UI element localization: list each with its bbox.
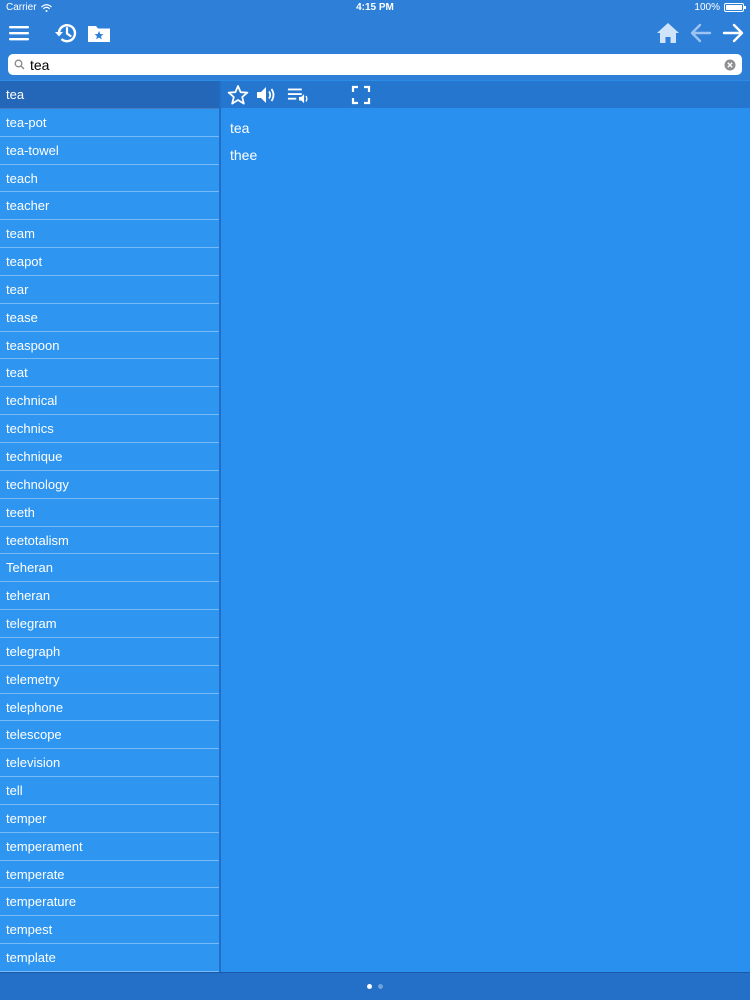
word-list-item[interactable]: template: [0, 944, 219, 972]
favorites-folder-icon[interactable]: [84, 18, 114, 48]
word-list-item[interactable]: teeth: [0, 499, 219, 527]
hamburger-menu-icon[interactable]: [4, 18, 34, 48]
battery-indicator: 100%: [694, 2, 746, 13]
word-list-item[interactable]: teheran: [0, 582, 219, 611]
word-list-item[interactable]: teach: [0, 165, 219, 193]
top-bar: Carrier 4:15 PM 100%: [0, 0, 750, 80]
playlist-audio-icon[interactable]: [287, 83, 311, 107]
history-icon[interactable]: [51, 18, 81, 48]
translation-panel: tea thee: [221, 108, 750, 972]
word-list-item[interactable]: tear: [0, 276, 219, 304]
word-list-item[interactable]: telegraph: [0, 638, 219, 666]
fullscreen-icon[interactable]: [349, 83, 373, 107]
word-list-item[interactable]: temperament: [0, 833, 219, 861]
arrow-left-icon[interactable]: [686, 18, 716, 48]
status-time: 4:15 PM: [356, 2, 394, 13]
word-list-item[interactable]: teetotalism: [0, 527, 219, 555]
bottom-bar: [0, 972, 750, 1000]
word-list-item[interactable]: teaspoon: [0, 332, 219, 360]
search-bar[interactable]: [8, 54, 742, 75]
word-list-item[interactable]: technical: [0, 387, 219, 416]
word-list-item[interactable]: tea-pot: [0, 109, 219, 137]
word-list-item[interactable]: tell: [0, 777, 219, 805]
word-list-item[interactable]: temperature: [0, 888, 219, 917]
word-list-item[interactable]: teat: [0, 359, 219, 388]
word-list-item[interactable]: telephone: [0, 694, 219, 722]
search-icon: [10, 56, 28, 74]
word-list-item[interactable]: temperate: [0, 861, 219, 889]
word-list-item[interactable]: tea-towel: [0, 137, 219, 165]
search-input[interactable]: [28, 55, 721, 74]
word-list: tea tea-pot tea-towel teach teacher team teapo…: [0, 81, 219, 972]
translation-text: thee: [230, 147, 258, 163]
page-dot[interactable]: [367, 984, 372, 989]
word-list-item[interactable]: telemetry: [0, 666, 219, 694]
speaker-icon[interactable]: [255, 83, 279, 107]
word-list-item[interactable]: tempest: [0, 916, 219, 945]
clear-search-icon[interactable]: [721, 56, 739, 74]
arrow-right-icon[interactable]: [718, 18, 748, 48]
status-bar: Carrier 4:15 PM 100%: [0, 0, 750, 16]
headword: tea: [230, 120, 250, 136]
word-list-item[interactable]: teapot: [0, 248, 219, 276]
word-list-item[interactable]: Teheran: [0, 554, 219, 583]
word-list-item[interactable]: technique: [0, 443, 219, 471]
word-list-item[interactable]: technics: [0, 415, 219, 443]
detail-toolbar: [221, 81, 750, 108]
home-icon[interactable]: [653, 18, 683, 48]
word-list-item[interactable]: telegram: [0, 610, 219, 638]
word-list-item[interactable]: technology: [0, 471, 219, 499]
battery-icon: [724, 3, 746, 12]
word-list-item[interactable]: temper: [0, 805, 219, 833]
star-icon[interactable]: [226, 83, 250, 107]
word-list-item[interactable]: telescope: [0, 721, 219, 750]
battery-label: 100%: [694, 2, 720, 13]
word-list-item[interactable]: television: [0, 749, 219, 778]
page-dot[interactable]: [378, 984, 383, 989]
word-list-item[interactable]: tea: [0, 81, 219, 109]
word-list-item[interactable]: team: [0, 220, 219, 249]
page-indicator[interactable]: [0, 984, 750, 989]
main-toolbar: [0, 18, 750, 48]
word-list-item[interactable]: teacher: [0, 192, 219, 221]
word-list-item[interactable]: tease: [0, 304, 219, 332]
